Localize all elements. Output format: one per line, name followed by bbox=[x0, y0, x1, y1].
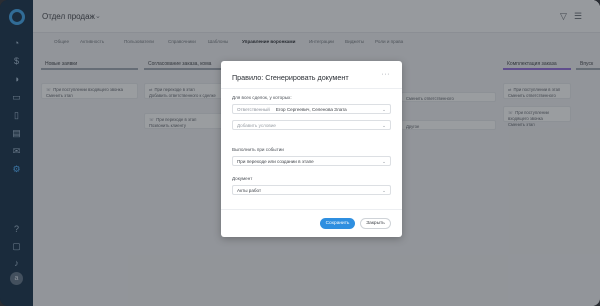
chevron-down-icon: ⌄ bbox=[382, 159, 386, 164]
trigger-select[interactable]: При переходе или создании в этапе ⌄ bbox=[232, 156, 391, 166]
chevron-down-icon: ⌄ bbox=[382, 188, 386, 193]
add-condition-select[interactable]: Добавить условие ⌄ bbox=[232, 120, 391, 130]
chevron-down-icon: ⌄ bbox=[382, 123, 386, 128]
chevron-down-icon: ⌄ bbox=[382, 107, 386, 112]
rule-dialog: Правило: Сгенерировать документ ··· Для … bbox=[221, 61, 402, 237]
app-window: ◔ $ ◑ ▭ ▯ ▤ ✉ ⚙ ? ▢ ♪ a Отдел продаж ⌄ ▽… bbox=[0, 0, 600, 306]
close-button[interactable]: Закрыть bbox=[360, 218, 391, 229]
dialog-title: Правило: Сгенерировать документ bbox=[232, 73, 349, 82]
condition-label: Для всех сделок, у которых: bbox=[232, 95, 292, 100]
divider bbox=[221, 88, 402, 89]
save-button[interactable]: Сохранить bbox=[320, 218, 355, 229]
more-icon[interactable]: ··· bbox=[382, 71, 391, 78]
document-select[interactable]: Акты работ ⌄ bbox=[232, 185, 391, 195]
trigger-label: Выполнить при событии bbox=[232, 147, 284, 152]
divider bbox=[221, 209, 402, 210]
responsible-select[interactable]: Ответственный Егор Сергеевич, Селенова Зл… bbox=[232, 104, 391, 114]
document-label: Документ bbox=[232, 176, 253, 181]
